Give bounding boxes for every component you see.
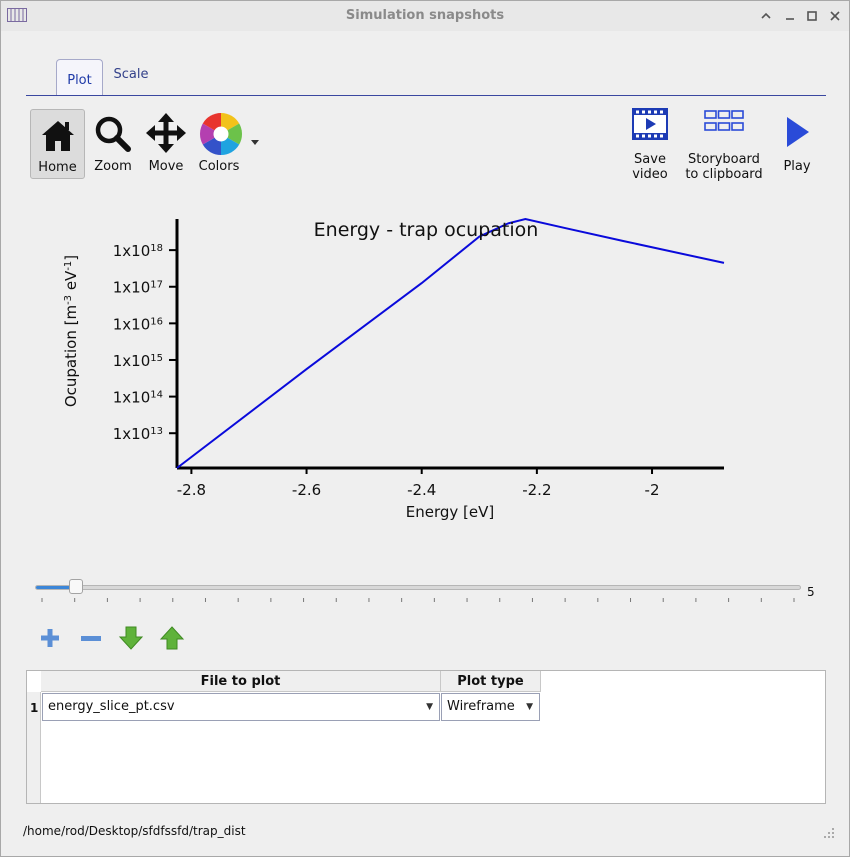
play-label: Play xyxy=(783,159,811,174)
x-axis-label: Energy [eV] xyxy=(406,503,494,521)
colors-button[interactable]: Colors xyxy=(195,109,265,179)
plot-type-value: Wireframe xyxy=(447,699,515,714)
colors-label: Colors xyxy=(198,159,240,174)
arrow-up-icon xyxy=(159,626,185,650)
minimize-icon[interactable] xyxy=(782,8,798,24)
slider-ticks xyxy=(41,598,795,602)
chevron-down-icon: ▼ xyxy=(526,702,533,712)
energy-chart: -2.8 -2.6 -2.4 -2.2 -2 1x1013 1x1014 1x1015 1x10… xyxy=(62,217,725,521)
add-row-button[interactable] xyxy=(37,625,63,651)
zoom-button[interactable]: Zoom xyxy=(89,109,137,179)
y-tick-label: 1x1013 xyxy=(113,425,163,443)
tab-scale[interactable]: Scale xyxy=(107,59,155,95)
film-icon xyxy=(632,108,668,140)
storyboard-label-2: to clipboard xyxy=(685,167,763,182)
header-plot-type[interactable]: Plot type xyxy=(441,671,541,692)
move-button[interactable]: Move xyxy=(141,109,191,179)
status-path: /home/rod/Desktop/sfdfssfd/trap_dist xyxy=(23,824,246,838)
zoom-label: Zoom xyxy=(94,159,132,174)
magnifier-icon xyxy=(95,116,131,152)
save-video-button[interactable]: Save video xyxy=(621,105,679,182)
storyboard-label-1: Storyboard xyxy=(688,152,760,167)
play-icon xyxy=(787,117,809,147)
x-tick-label: -2 xyxy=(645,481,660,499)
storyboard-icon xyxy=(704,110,744,131)
storyboard-button[interactable]: Storyboard to clipboard xyxy=(681,105,767,182)
app-window: Simulation snapshots Plot Scale Home Zoo… xyxy=(0,0,850,857)
tab-plot[interactable]: Plot xyxy=(56,59,103,95)
slider-value: 5 xyxy=(807,585,815,599)
header-file-to-plot[interactable]: File to plot xyxy=(41,671,441,692)
y-tick-label: 1x1017 xyxy=(113,279,163,297)
resize-grip-icon[interactable] xyxy=(823,827,835,839)
arrow-down-icon xyxy=(118,626,144,650)
home-label: Home xyxy=(38,160,77,175)
dropdown-arrow-icon[interactable] xyxy=(251,140,259,146)
plot-type-select[interactable]: Wireframe ▼ xyxy=(441,693,540,721)
series-line xyxy=(176,217,725,469)
snapshot-slider-track[interactable] xyxy=(35,585,801,590)
collapse-icon[interactable] xyxy=(758,8,774,24)
chevron-down-icon: ▼ xyxy=(426,702,433,712)
y-tick-label: 1x1016 xyxy=(113,315,163,333)
color-wheel-icon xyxy=(199,112,243,155)
y-axis-label: Ocupation [m-3 eV-1] xyxy=(62,255,80,407)
title-bar[interactable]: Simulation snapshots xyxy=(1,1,849,31)
close-icon[interactable] xyxy=(827,8,843,24)
tab-divider xyxy=(26,95,826,96)
remove-row-button[interactable] xyxy=(78,625,104,651)
files-table: File to plot Plot type 1 energy_slice_pt… xyxy=(26,670,826,804)
x-tick-label: -2.8 xyxy=(177,481,206,499)
play-button[interactable]: Play xyxy=(775,109,819,179)
chart-axes xyxy=(175,219,724,470)
home-button[interactable]: Home xyxy=(30,109,85,179)
row-number: 1 xyxy=(30,701,39,715)
y-tick-label: 1x1014 xyxy=(113,389,163,407)
row-number-column: 1 xyxy=(27,692,41,803)
snapshot-slider-handle[interactable] xyxy=(68,579,83,594)
file-select[interactable]: energy_slice_pt.csv ▼ xyxy=(42,693,440,721)
x-tick-label: -2.2 xyxy=(522,481,551,499)
move-label: Move xyxy=(148,159,184,174)
move-up-button[interactable] xyxy=(159,625,185,651)
x-tick-label: -2.4 xyxy=(407,481,436,499)
chart-title: Energy - trap ocupation xyxy=(314,219,539,241)
y-tick-label: 1x1018 xyxy=(113,242,163,260)
x-tick-label: -2.6 xyxy=(292,481,321,499)
save-video-label-2: video xyxy=(632,167,668,182)
y-tick-label: 1x1015 xyxy=(113,352,163,370)
plus-icon xyxy=(41,629,59,647)
maximize-icon[interactable] xyxy=(804,8,820,24)
window-title: Simulation snapshots xyxy=(345,8,505,23)
move-arrows-icon xyxy=(146,113,186,153)
save-video-label-1: Save xyxy=(634,152,666,167)
home-icon xyxy=(42,121,74,151)
move-down-button[interactable] xyxy=(118,625,144,651)
file-select-value: energy_slice_pt.csv xyxy=(48,699,175,714)
minus-icon xyxy=(81,636,101,641)
